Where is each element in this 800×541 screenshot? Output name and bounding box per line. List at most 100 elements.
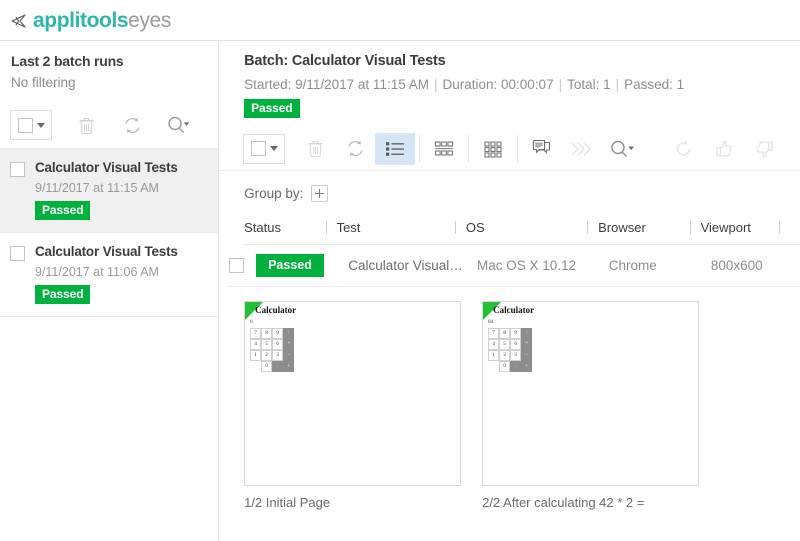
keypad-key: * xyxy=(521,339,532,350)
batch-item-name: Calculator Visual Tests xyxy=(35,160,178,175)
search-icon xyxy=(166,115,190,135)
sidebar-search-dropdown[interactable] xyxy=(156,109,200,141)
thumbs-down-icon xyxy=(754,139,775,159)
chevrons-right-icon xyxy=(569,140,595,158)
keypad-key: 8 xyxy=(499,328,510,339)
table-row[interactable]: Passed Calculator Visual… Mac OS X 10.12… xyxy=(229,245,800,287)
comments-button[interactable] xyxy=(522,133,562,165)
row-browser-cell: Chrome xyxy=(609,258,711,273)
thumbs-up-button[interactable] xyxy=(704,133,744,165)
sidebar-title: Last 2 batch runs xyxy=(11,53,218,69)
keypad-key: 9 xyxy=(510,328,521,339)
grid-view-button[interactable] xyxy=(473,133,513,165)
keypad-key: 8 xyxy=(261,328,272,339)
keypad-key: / xyxy=(283,328,294,339)
refresh-icon xyxy=(122,115,143,136)
sidebar-delete-button[interactable] xyxy=(64,109,108,141)
left-sidebar: Last 2 batch runs No filtering xyxy=(0,41,219,541)
sidebar-toolbar xyxy=(0,102,218,148)
thumbnail-caption: 1/2 Initial Page xyxy=(244,495,461,510)
thumbnail-item: Calculator 84 7 8 9 / 4 5 6 * 1 2 xyxy=(482,301,699,510)
keypad-key: 6 xyxy=(510,339,521,350)
keypad-key: 7 xyxy=(250,328,261,339)
row-checkbox[interactable] xyxy=(229,258,244,273)
main-delete-button[interactable] xyxy=(295,133,335,165)
thumbnail-keypad: 7 8 9 / 4 5 6 * 1 2 3 - xyxy=(250,328,294,372)
step-forward-button[interactable] xyxy=(562,133,602,165)
batch-item-date: 9/11/2017 at 11:15 AM xyxy=(35,181,208,195)
batch-item-status-badge: Passed xyxy=(35,285,90,304)
main-search-dropdown[interactable] xyxy=(602,133,642,165)
keypad-key: * xyxy=(283,339,294,350)
toolbar-divider xyxy=(517,135,518,163)
keypad-key: 6 xyxy=(272,339,283,350)
thumbnail-keypad: 7 8 9 / 4 5 6 * 1 2 3 - xyxy=(488,328,532,372)
keypad-key: 5 xyxy=(499,339,510,350)
keypad-key: 7 xyxy=(488,328,499,339)
column-header-test-label: Test xyxy=(337,220,361,235)
keypad-key: 3 xyxy=(272,350,283,361)
main-select-all-dropdown[interactable] xyxy=(243,134,285,164)
list-view-button[interactable] xyxy=(375,133,415,165)
main-panel: Batch: Calculator Visual Tests Started: … xyxy=(219,41,800,541)
keypad-key: 2 xyxy=(261,350,272,361)
batch-item-name: Calculator Visual Tests xyxy=(35,244,178,259)
trash-icon xyxy=(78,116,95,135)
keypad-key: + xyxy=(283,361,294,372)
batch-item-checkbox[interactable] xyxy=(10,246,25,261)
column-header-viewport[interactable]: Viewport xyxy=(701,220,791,235)
batch-list-item[interactable]: Calculator Visual Tests 9/11/2017 at 11:… xyxy=(0,149,218,233)
group-by-add-button[interactable] xyxy=(311,185,328,202)
column-header-os[interactable]: OS xyxy=(466,220,598,235)
column-header-browser-label: Browser xyxy=(598,220,646,235)
keypad-key: 2 xyxy=(499,350,510,361)
batch-total: Total: 1 xyxy=(567,77,611,92)
batch-summary-header: Batch: Calculator Visual Tests Started: … xyxy=(219,41,800,118)
column-divider xyxy=(326,221,327,234)
applitools-logo[interactable]: applitoolseyes xyxy=(0,10,171,31)
batch-meta: Started: 9/11/2017 at 11:15 AM | Duration:… xyxy=(244,77,800,92)
thumbnail-image[interactable]: Calculator 0 7 8 9 / 4 5 6 * 1 2 xyxy=(244,301,461,486)
chevron-down-icon xyxy=(37,123,45,128)
thumbnail-page-title: Calculator xyxy=(255,305,296,315)
sidebar-refresh-button[interactable] xyxy=(110,109,154,141)
row-viewport-cell: 800x600 xyxy=(711,258,800,273)
chevron-down-icon xyxy=(270,146,278,151)
sidebar-select-all-dropdown[interactable] xyxy=(10,110,52,140)
batch-passed-count: Passed: 1 xyxy=(624,77,684,92)
column-header-os-label: OS xyxy=(466,220,485,235)
search-icon xyxy=(609,139,635,159)
column-divider xyxy=(779,221,780,234)
column-header-test[interactable]: Test xyxy=(337,220,466,235)
thumbnail-image[interactable]: Calculator 84 7 8 9 / 4 5 6 * 1 2 xyxy=(482,301,699,486)
undo-icon xyxy=(674,139,694,159)
keypad-key: - xyxy=(283,350,294,361)
refresh-icon xyxy=(345,138,366,159)
keypad-key: 1 xyxy=(488,350,499,361)
batch-item-checkbox[interactable] xyxy=(10,162,25,177)
undo-button[interactable] xyxy=(664,133,704,165)
trash-icon xyxy=(307,139,324,158)
keypad-key: 0 xyxy=(499,361,510,372)
keypad-key: . xyxy=(510,361,521,372)
meta-separator: | xyxy=(611,77,625,92)
card-view-button[interactable] xyxy=(424,133,464,165)
column-header-browser[interactable]: Browser xyxy=(598,220,700,235)
list-view-icon xyxy=(384,140,406,158)
group-by-label: Group by: xyxy=(244,186,303,201)
sidebar-filter-status: No filtering xyxy=(11,75,218,90)
main-refresh-button[interactable] xyxy=(335,133,375,165)
results-table: Status Test OS Browser Viewport Passed C… xyxy=(219,220,800,287)
column-header-status[interactable]: Status xyxy=(244,220,336,235)
batch-title: Batch: Calculator Visual Tests xyxy=(244,53,800,69)
batch-duration: Duration: 00:00:07 xyxy=(443,77,554,92)
thumbs-up-icon xyxy=(714,139,735,159)
keypad-key xyxy=(488,361,499,372)
keypad-key: . xyxy=(272,361,283,372)
top-header-bar: applitoolseyes xyxy=(0,0,800,41)
batch-started: Started: 9/11/2017 at 11:15 AM xyxy=(244,77,429,92)
keypad-key: 5 xyxy=(261,339,272,350)
batch-list-item[interactable]: Calculator Visual Tests 9/11/2017 at 11:… xyxy=(0,233,218,317)
thumbs-down-button[interactable] xyxy=(744,133,784,165)
keypad-key: 4 xyxy=(250,339,261,350)
